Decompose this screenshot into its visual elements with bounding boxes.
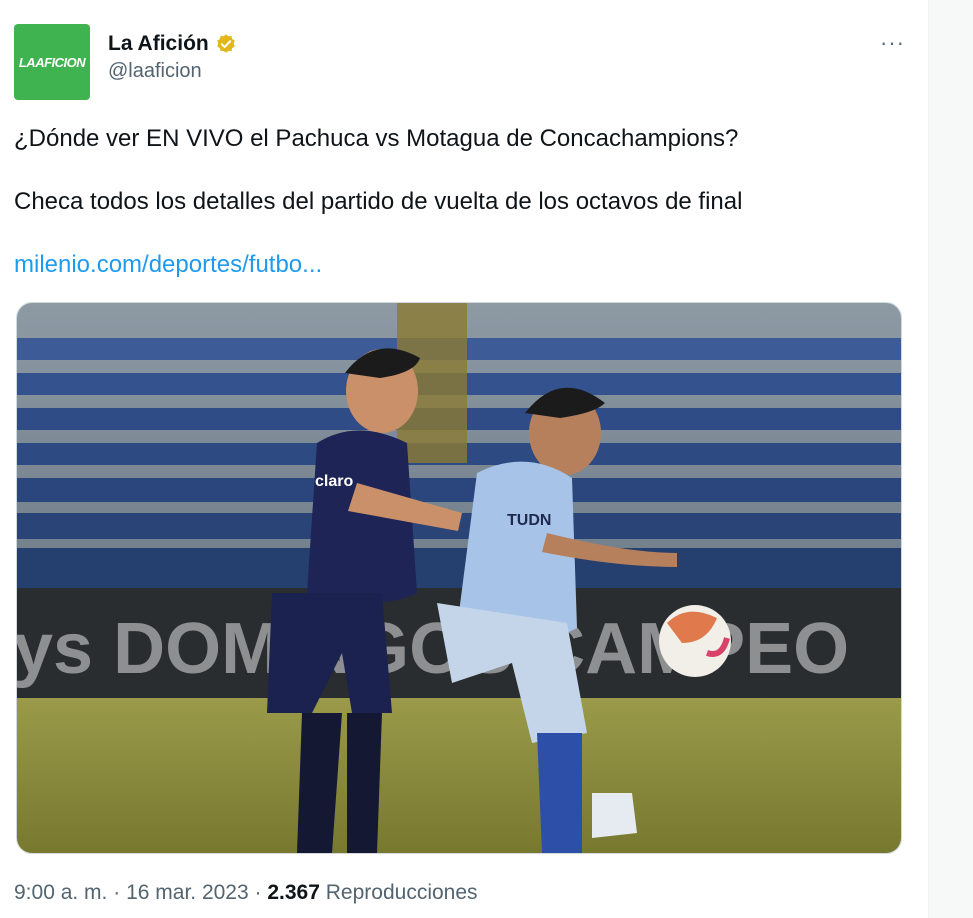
tweet-date[interactable]: 16 mar. 2023 [126,881,249,904]
tweet-time[interactable]: 9:00 a. m. [14,881,107,904]
display-name-row: La Afición [108,32,237,56]
avatar-logo-text: LAAFICION [18,54,86,70]
separator: · [113,881,121,904]
more-options-icon[interactable]: ··· [880,30,905,56]
gold-verified-icon[interactable] [215,33,237,55]
match-photo: ys DOMINGOS CAMPEO claro TUDN [17,303,901,853]
separator: · [254,881,262,904]
sidebar-edge [928,0,973,918]
soccer-ball [659,605,731,677]
tweet-text-line-1: ¿Dónde ver EN VIVO el Pachuca vs Motagua… [14,125,739,152]
tweet-link[interactable]: milenio.com/deportes/futbo... [14,251,322,279]
handle[interactable]: @laaficion [108,60,237,83]
views-count: 2.367 [267,881,320,904]
display-name[interactable]: La Afición [108,32,209,56]
tweet-photo[interactable]: ys DOMINGOS CAMPEO claro TUDN [16,302,902,854]
author-names: La Afición @laaficion [108,32,237,83]
views-label: Reproducciones [325,881,478,904]
tweet-text-line-2: Checa todos los detalles del partido de … [14,188,743,215]
svg-text:claro: claro [315,473,353,490]
tweet-header: LAAFICION La Afición @laaficion [14,24,237,100]
tweet-meta: 9:00 a. m. · 16 mar. 2023 · 2.367 Reprod… [14,881,478,905]
pitch [17,698,901,853]
tweet-card[interactable]: LAAFICION La Afición @laaficion ··· ¿Dón… [0,0,929,918]
svg-text:TUDN: TUDN [507,512,551,529]
avatar[interactable]: LAAFICION [14,24,90,100]
